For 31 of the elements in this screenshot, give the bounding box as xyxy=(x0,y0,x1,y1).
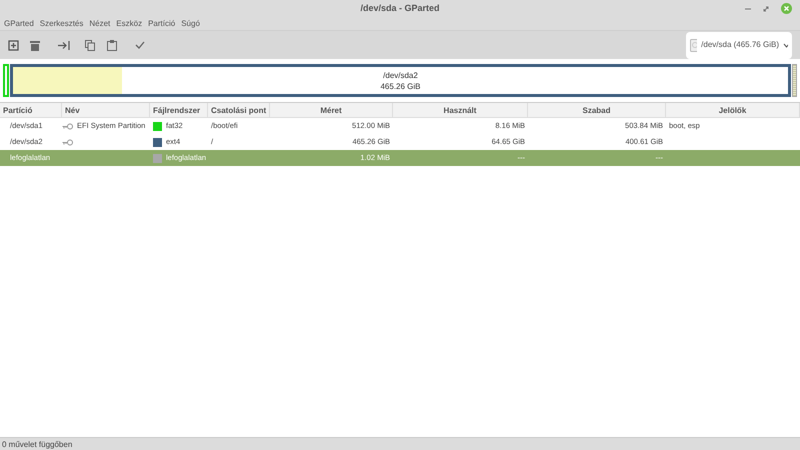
resize-icon[interactable] xyxy=(58,40,70,50)
menu-item[interactable]: Súgó xyxy=(181,18,200,30)
column-header[interactable]: Csatolási pont xyxy=(208,103,270,117)
trash-icon[interactable] xyxy=(30,40,40,50)
menu-item[interactable]: Szerkesztés xyxy=(40,18,84,30)
menu-item[interactable]: Eszköz xyxy=(116,18,142,30)
new-partition-icon[interactable] xyxy=(8,40,19,50)
partition-label: /dev/sda2 xyxy=(383,70,418,80)
menu-item[interactable]: Nézet xyxy=(89,18,110,30)
column-header[interactable]: Fájlrendszer xyxy=(150,103,208,117)
paste-icon[interactable] xyxy=(107,40,117,50)
menu-item[interactable]: GParted xyxy=(4,18,34,30)
caret-icon xyxy=(782,42,788,48)
column-header[interactable]: Méret xyxy=(270,103,393,117)
partition-segment[interactable]: /dev/sda2 465.26 GiB xyxy=(10,64,791,97)
apply-icon[interactable] xyxy=(135,41,145,49)
column-header[interactable]: Partíció xyxy=(0,103,62,117)
copy-icon[interactable] xyxy=(85,40,95,50)
device-dropdown[interactable]: /dev/sda (465.76 GiB) xyxy=(686,32,792,58)
window-title: /dev/sda - GParted xyxy=(360,2,440,16)
device-label: /dev/sda (465.76 GiB) xyxy=(701,39,779,51)
column-header[interactable]: Jelölők xyxy=(666,103,800,117)
minimize-icon[interactable] xyxy=(745,6,751,12)
close-icon[interactable] xyxy=(781,3,792,14)
maximize-icon[interactable] xyxy=(763,6,769,12)
column-header[interactable]: Szabad xyxy=(528,103,666,117)
column-header[interactable]: Név xyxy=(62,103,150,117)
status-bar: 0 művelet függőben xyxy=(0,437,800,450)
menu-item[interactable]: Partíció xyxy=(148,18,176,30)
column-header[interactable]: Használt xyxy=(393,103,528,117)
partition-size: 465.26 GiB xyxy=(380,80,421,92)
